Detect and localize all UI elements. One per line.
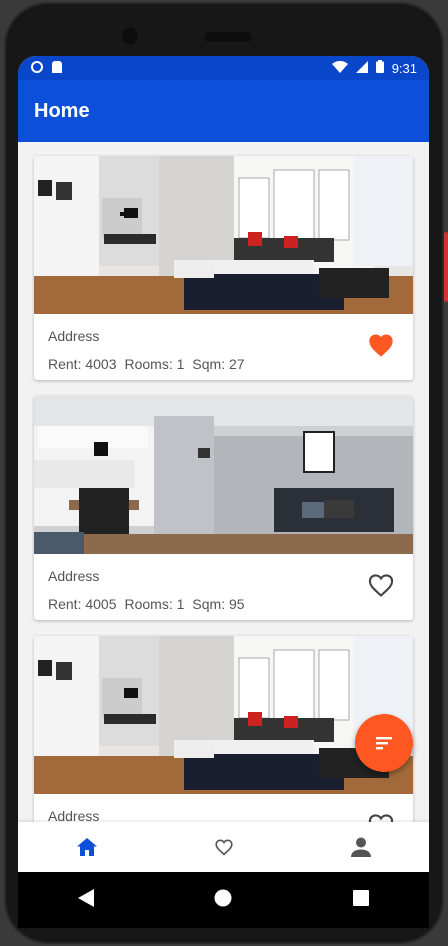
listing-rooms: Rooms: 1 (124, 356, 185, 372)
signal-icon (355, 60, 368, 76)
home-icon (76, 838, 97, 856)
listing-rent: Rent: 4003 (48, 356, 117, 372)
listing-rent: Rent: 4005 (48, 596, 117, 612)
listing-info: Address Rent: 4003 Rooms: 1 Sqm: 27 (34, 314, 413, 380)
listing-meta: Rent: 4003 Rooms: 1 Sqm: 27 (48, 356, 399, 372)
listing-rooms: Rooms: 1 (124, 596, 185, 612)
home-button[interactable] (214, 889, 232, 912)
listing-address: Address (48, 568, 100, 584)
favorite-button[interactable] (367, 812, 395, 822)
sort-fab-button[interactable] (355, 714, 413, 772)
heart-outline-icon (368, 574, 394, 597)
back-button[interactable] (78, 888, 95, 912)
listing-photo (34, 156, 413, 314)
camera (122, 28, 138, 44)
listing-card[interactable]: Address Rent: 4005 Rooms: 1 Sqm: 95 (34, 396, 413, 620)
listing-sqm: Sqm: 95 (192, 596, 245, 612)
listing-photo (34, 636, 413, 794)
heart-outline-icon (214, 839, 233, 856)
power-button (444, 232, 448, 302)
battery-icon (375, 60, 384, 76)
nav-favorites[interactable] (194, 827, 254, 867)
status-bar: 9:31 (18, 56, 429, 80)
nav-profile[interactable] (331, 827, 391, 867)
recents-button[interactable] (352, 889, 369, 911)
favorite-button[interactable] (367, 572, 395, 598)
bottom-navigation (18, 822, 429, 872)
listing-info: Address Rent: 4005 Rooms: 1 Sqm: 95 (34, 554, 413, 620)
home-circle-icon (214, 889, 232, 906)
listing-address: Address (48, 328, 100, 344)
person-icon (350, 837, 371, 857)
listing-address: Address (48, 808, 100, 822)
listing-sqm: Sqm: 27 (192, 356, 245, 372)
back-triangle-icon (78, 888, 95, 907)
sync-icon (30, 60, 44, 77)
listing-meta: Rent: 4005 Rooms: 1 Sqm: 95 (48, 596, 399, 612)
sort-icon (376, 737, 392, 750)
listing-card[interactable]: Address (34, 636, 413, 822)
favorite-button[interactable] (367, 332, 395, 358)
heart-outline-icon (368, 814, 394, 822)
speaker (204, 32, 252, 42)
system-navigation-bar (18, 872, 429, 928)
heart-filled-icon (369, 334, 393, 357)
wifi-icon (331, 60, 348, 76)
recents-square-icon (352, 889, 369, 906)
sd-card-icon (52, 60, 62, 76)
listing-card[interactable]: Address Rent: 4003 Rooms: 1 Sqm: 27 (34, 156, 413, 380)
listing-photo (34, 396, 413, 554)
app-screen: 9:31 Home Address Rent: 4003 Rooms: 1 Sq… (18, 56, 429, 872)
page-title: Home (34, 99, 90, 122)
clock: 9:31 (391, 60, 417, 76)
nav-home[interactable] (57, 827, 117, 867)
listing-info: Address (34, 794, 413, 822)
app-bar: Home (18, 80, 429, 142)
